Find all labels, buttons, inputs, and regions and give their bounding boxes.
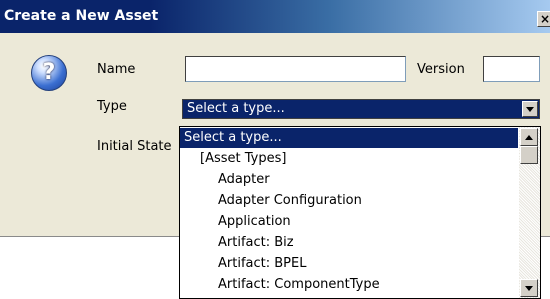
type-option[interactable]: [Asset Types] — [180, 149, 518, 169]
chevron-down-icon — [526, 107, 534, 112]
initial-state-label: Initial State — [97, 139, 172, 154]
scroll-up-button[interactable] — [520, 128, 538, 146]
type-option[interactable]: Adapter — [180, 170, 518, 190]
question-icon: ? — [31, 55, 67, 91]
arrow-up-icon — [525, 135, 533, 140]
window-title: Create a New Asset — [4, 8, 159, 24]
type-option[interactable]: Adapter Configuration — [180, 191, 518, 211]
version-label: Version — [417, 62, 465, 77]
type-select[interactable]: Select a type... — [182, 99, 540, 119]
name-input[interactable] — [185, 56, 406, 82]
question-glyph: ? — [42, 60, 56, 85]
scroll-down-button[interactable] — [520, 279, 538, 297]
close-button[interactable]: × — [537, 11, 550, 27]
type-option[interactable]: Artifact: BPEL — [180, 254, 518, 274]
vertical-scrollbar[interactable] — [519, 127, 540, 298]
version-input[interactable] — [483, 56, 540, 82]
close-icon: × — [539, 12, 550, 26]
name-label: Name — [97, 62, 136, 77]
type-dropdown-button[interactable] — [522, 101, 538, 117]
type-selected-value: Select a type... — [187, 101, 285, 116]
type-option[interactable]: Select a type... — [180, 128, 518, 148]
scroll-thumb[interactable] — [520, 146, 538, 164]
type-option[interactable]: Artifact: ComponentType — [180, 275, 518, 295]
type-dropdown-list[interactable]: Select a type... [Asset Types] Adapter Adap… — [179, 126, 541, 299]
type-option[interactable]: Application — [180, 212, 518, 232]
type-option[interactable]: Artifact: Biz — [180, 233, 518, 253]
type-label: Type — [97, 99, 127, 114]
title-bar[interactable]: Create a New Asset — [0, 0, 550, 33]
arrow-down-icon — [525, 286, 533, 291]
